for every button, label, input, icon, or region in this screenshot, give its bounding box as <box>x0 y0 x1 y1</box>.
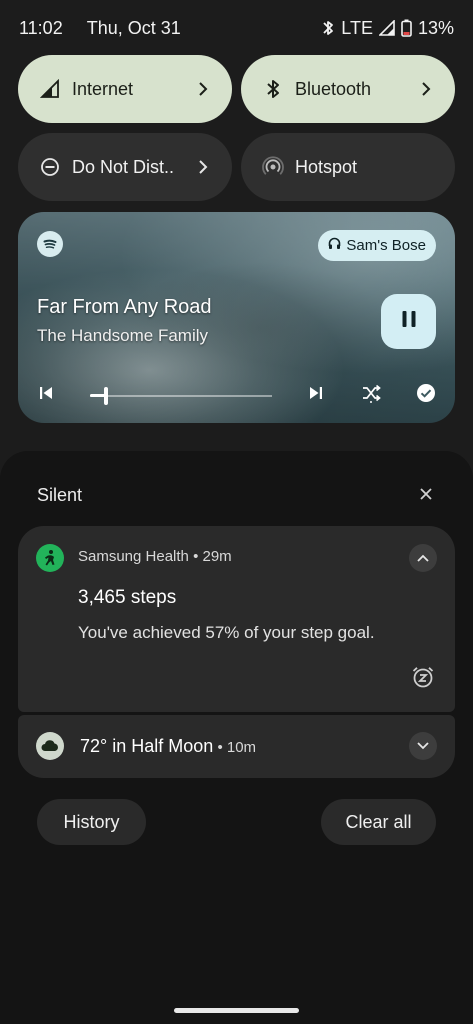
seek-thumb[interactable] <box>104 387 109 405</box>
weather-notification[interactable]: 72° in Half Moon • 10m <box>18 715 455 778</box>
next-button[interactable] <box>305 384 327 406</box>
status-date: Thu, Oct 31 <box>86 17 181 38</box>
like-button[interactable] <box>415 383 437 408</box>
headphones-icon <box>328 237 341 254</box>
shuffle-button[interactable] <box>360 384 382 406</box>
notification-title: 72° in Half Moon • 10m <box>80 736 256 757</box>
samsung-health-notification[interactable]: Samsung Health • 29m 3,465 steps You've … <box>18 526 455 712</box>
silent-section-title: Silent <box>37 485 83 505</box>
clear-all-button[interactable]: Clear all <box>321 799 436 845</box>
media-player[interactable]: Sam's Bose Far From Any Road The Handsom… <box>18 212 455 423</box>
collapse-notification-button[interactable] <box>409 544 437 572</box>
media-seek-bar[interactable] <box>90 387 272 405</box>
home-gesture-bar[interactable] <box>174 1008 299 1013</box>
notification-title: 3,465 steps <box>78 587 177 608</box>
notification-app-name: Samsung Health <box>78 548 189 565</box>
media-song-title: Far From Any Road <box>37 296 212 318</box>
notification-header: Samsung Health • 29m <box>78 548 232 565</box>
status-bar: 11:02 Thu, Oct 31 LTE 13% <box>0 0 473 56</box>
history-button[interactable]: History <box>37 799 146 845</box>
battery-percent: 13% <box>417 17 454 38</box>
pause-button[interactable] <box>381 294 436 349</box>
notification-separator: • <box>193 548 203 565</box>
hotspot-icon <box>261 155 285 179</box>
close-icon <box>420 487 432 505</box>
output-device-chip[interactable]: Sam's Bose <box>318 230 436 261</box>
bluetooth-tile-label: Bluetooth <box>295 78 372 99</box>
media-artist: The Handsome Family <box>37 326 209 345</box>
dnd-icon <box>38 155 62 179</box>
previous-button[interactable] <box>35 384 57 406</box>
battery-icon <box>401 19 412 37</box>
next-icon <box>308 385 324 406</box>
weather-title: 72° in Half Moon <box>80 736 214 756</box>
previous-icon <box>38 385 54 406</box>
notification-separator: • <box>213 739 227 756</box>
chevron-down-icon <box>417 737 429 755</box>
do-not-disturb-tile[interactable]: Do Not Dist.. <box>18 133 232 201</box>
status-time: 11:02 <box>19 17 63 38</box>
chevron-right-icon <box>194 80 212 98</box>
internet-tile-label: Internet <box>72 78 134 99</box>
chevron-right-icon <box>194 158 212 176</box>
chevron-right-icon <box>417 80 435 98</box>
spotify-icon <box>37 231 63 257</box>
output-device-label: Sam's Bose <box>346 237 426 254</box>
expand-notification-button[interactable] <box>409 732 437 760</box>
dismiss-silent-button[interactable] <box>417 487 435 505</box>
internet-tile[interactable]: Internet <box>18 55 232 123</box>
liked-icon <box>416 383 436 408</box>
status-icons: LTE 13% <box>321 18 454 39</box>
bluetooth-icon <box>261 77 285 101</box>
bluetooth-tile[interactable]: Bluetooth <box>241 55 455 123</box>
dnd-tile-label: Do Not Dist.. <box>72 156 175 177</box>
notification-time: 10m <box>226 739 257 756</box>
cloud-icon <box>36 732 64 760</box>
signal-icon <box>378 20 395 36</box>
pause-icon <box>401 310 417 333</box>
signal-icon <box>38 77 62 101</box>
seek-track <box>90 395 272 397</box>
bluetooth-icon <box>321 19 335 37</box>
hotspot-tile-label: Hotspot <box>295 156 358 177</box>
shuffle-icon <box>361 383 381 408</box>
snooze-icon <box>411 665 435 694</box>
samsung-health-icon <box>36 544 64 572</box>
notification-time: 29m <box>202 548 232 565</box>
notification-text: You've achieved 57% of your step goal. <box>78 623 375 642</box>
network-type: LTE <box>341 17 373 38</box>
hotspot-tile[interactable]: Hotspot <box>241 133 455 201</box>
snooze-button[interactable] <box>411 665 435 694</box>
chevron-up-icon <box>417 549 429 567</box>
